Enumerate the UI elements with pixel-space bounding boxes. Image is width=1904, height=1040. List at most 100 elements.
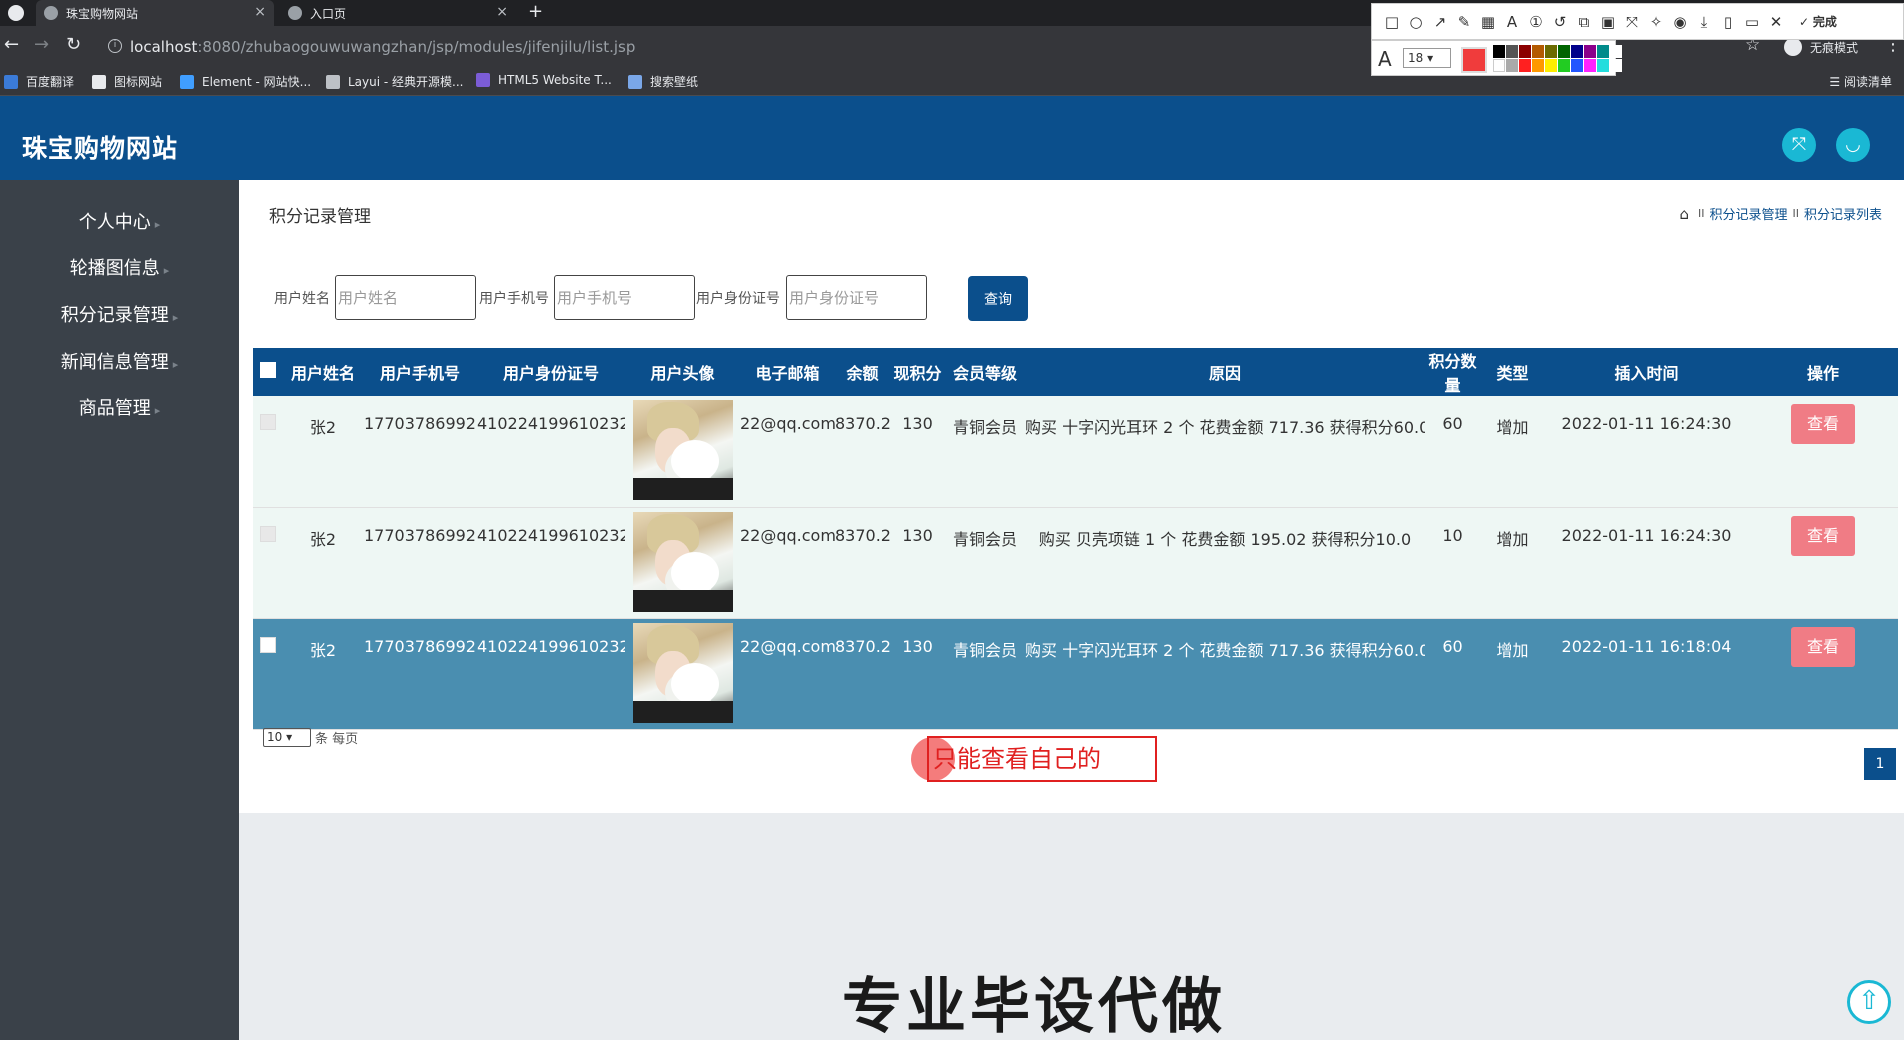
id-filter-label: 用户身份证号 [696,291,780,307]
phone-filter-label: 用户手机号 [479,291,549,307]
arrow-tool-icon[interactable]: ↗ [1428,13,1452,31]
user-profile-icon[interactable]: ◡ [1836,128,1870,162]
close-icon[interactable]: ✕ [1764,13,1788,31]
sidebar-item-personal-center[interactable]: 个人中心 ▸ [0,200,239,246]
tab-entry-page[interactable]: 入口页 × [280,0,516,26]
page-button-current[interactable]: 1 [1864,748,1896,780]
chevron-icon: ▸ [154,218,161,231]
tab-close-icon[interactable]: × [254,4,266,20]
font-size-select[interactable]: 18 ▾ [1403,48,1451,68]
column-header: 用户手机号 [363,348,477,396]
home-icon[interactable]: ⌂ [1679,205,1689,223]
sidebar-item-carousel[interactable]: 轮播图信息 ▸ [0,246,239,292]
site-title: 珠宝购物网站 [22,134,179,163]
back-to-top-icon[interactable]: ⇧ [1847,980,1891,1024]
row-checkbox[interactable] [260,636,276,653]
row-checkbox[interactable] [260,414,276,430]
bookmark-item[interactable]: Layui - 经典开源模... [326,73,463,90]
wallpaper-icon [628,74,642,89]
points-record-table: 用户姓名 用户手机号 用户身份证号 用户头像 电子邮箱 余额 现积分 会员等级 … [253,348,1898,730]
phone-filter-input[interactable] [554,275,695,320]
page-title: 积分记录管理 [269,207,371,227]
reload-icon[interactable]: ↻ [66,34,81,55]
text-tool-icon[interactable]: A [1500,13,1524,31]
name-filter-input[interactable] [335,275,476,320]
new-tab-button[interactable]: + [528,1,543,22]
cell-reason: 购买 十字闪光耳环 2 个 花费金额 717.36 获得积分60.0 [1025,618,1425,730]
table-row[interactable]: 张2 17703786992 410224199610232002 22@qq.… [253,618,1898,730]
row-checkbox[interactable] [260,525,276,542]
download-icon[interactable]: ⤓ [1692,13,1716,31]
qr-icon[interactable]: ▣ [1596,13,1620,31]
tab-jewelry-site[interactable]: 珠宝购物网站 × [36,0,274,26]
site-favicon-icon [44,6,58,20]
id-filter-input[interactable] [786,275,927,320]
browser-menu-icon[interactable] [8,5,24,21]
cell-type: 增加 [1480,507,1545,619]
chevron-icon: ▸ [163,264,170,277]
pin-icon[interactable]: ⤧ [1620,13,1644,31]
incognito-label: 无痕模式 [1810,40,1859,55]
view-button[interactable]: 查看 [1791,515,1855,556]
current-color-swatch[interactable] [1461,47,1487,73]
sidebar-item-products[interactable]: 商品管理 ▸ [0,386,239,432]
forward-arrow-icon[interactable]: → [34,34,49,55]
pen-tool-icon[interactable]: ✎ [1452,13,1476,31]
fullscreen-toggle-icon[interactable]: ⤧ [1782,128,1816,162]
bookmark-item[interactable]: HTML5 Website T... [476,73,612,87]
column-header: 类型 [1480,348,1545,396]
reading-list-button[interactable]: ☰ 阅读清单 [1829,73,1892,90]
sidebar-item-points-records[interactable]: 积分记录管理 ▸ [0,293,239,339]
bookmark-item[interactable]: 百度翻译 [4,73,74,90]
column-header: 操作 [1748,348,1898,396]
translate-tool-icon[interactable]: ✧ [1644,13,1668,31]
column-header: 用户姓名 [283,348,363,396]
annotation-toolbar: □ ○ ↗ ✎ ▦ A ① ↺ ⧉ ▣ ⤧ ✧ ◉ ⤓ ▯ ▭ ✕ ✓ 完成 [1371,3,1904,40]
cell-type: 增加 [1480,618,1545,730]
cell-balance: 8370.26 [835,507,890,619]
page-size-select[interactable]: 10 ▾ [263,728,311,747]
user-avatar [632,400,733,500]
bookmark-item[interactable]: 图标网站 [92,73,162,90]
tab-close-icon[interactable]: × [496,4,508,20]
phone-icon[interactable]: ▯ [1716,13,1740,31]
bookmark-tool-icon[interactable]: ▭ [1740,13,1764,31]
sidebar-item-news[interactable]: 新闻信息管理 ▸ [0,340,239,386]
mosaic-tool-icon[interactable]: ▦ [1476,13,1500,31]
select-all-checkbox[interactable] [260,362,276,378]
view-button[interactable]: 查看 [1791,404,1855,444]
chevron-icon: ▸ [172,311,179,324]
cell-id-number: 410224199610232002 [477,396,625,508]
address-bar[interactable]: localhost:8080/zhubaogouwuwangzhan/jsp/m… [130,38,635,56]
cell-points: 130 [890,507,945,619]
color-palette[interactable] [1493,45,1622,72]
cell-phone: 17703786992 [363,507,477,619]
record-icon[interactable]: ◉ [1668,13,1692,31]
view-button[interactable]: 查看 [1791,626,1855,667]
number-tool-icon[interactable]: ① [1524,13,1548,31]
tab-title: 入口页 [310,6,347,21]
cell-amount: 60 [1425,396,1480,508]
breadcrumb-item[interactable]: 积分记录管理 [1709,204,1787,223]
cell-member-level: 青铜会员 [945,618,1025,730]
done-button[interactable]: ✓ 完成 [1788,13,1848,30]
incognito-indicator[interactable]: 无痕模式 [1784,38,1858,56]
table-row[interactable]: 张2 17703786992 410224199610232002 22@qq.… [253,507,1898,619]
ocr-icon[interactable]: ⧉ [1572,13,1596,31]
circle-tool-icon[interactable]: ○ [1404,13,1428,31]
undo-icon[interactable]: ↺ [1548,13,1572,31]
cell-member-level: 青铜会员 [945,396,1025,508]
cell-type: 增加 [1480,396,1545,508]
tab-title: 珠宝购物网站 [66,6,139,21]
cell-email: 22@qq.com [740,618,835,730]
cell-id-number: 410224199610232002 [477,618,625,730]
chevron-icon: ▸ [172,358,179,371]
table-row[interactable]: 张2 17703786992 410224199610232002 22@qq.… [253,396,1898,508]
bookmark-item[interactable]: Element - 网站快... [180,73,311,90]
back-arrow-icon[interactable]: ← [4,34,19,55]
bookmark-item[interactable]: 搜索壁纸 [628,73,698,90]
rectangle-tool-icon[interactable]: □ [1380,13,1404,31]
site-info-icon[interactable]: i [108,39,122,53]
table-header-row: 用户姓名 用户手机号 用户身份证号 用户头像 电子邮箱 余额 现积分 会员等级 … [253,348,1898,396]
search-button[interactable]: 查询 [968,276,1028,321]
